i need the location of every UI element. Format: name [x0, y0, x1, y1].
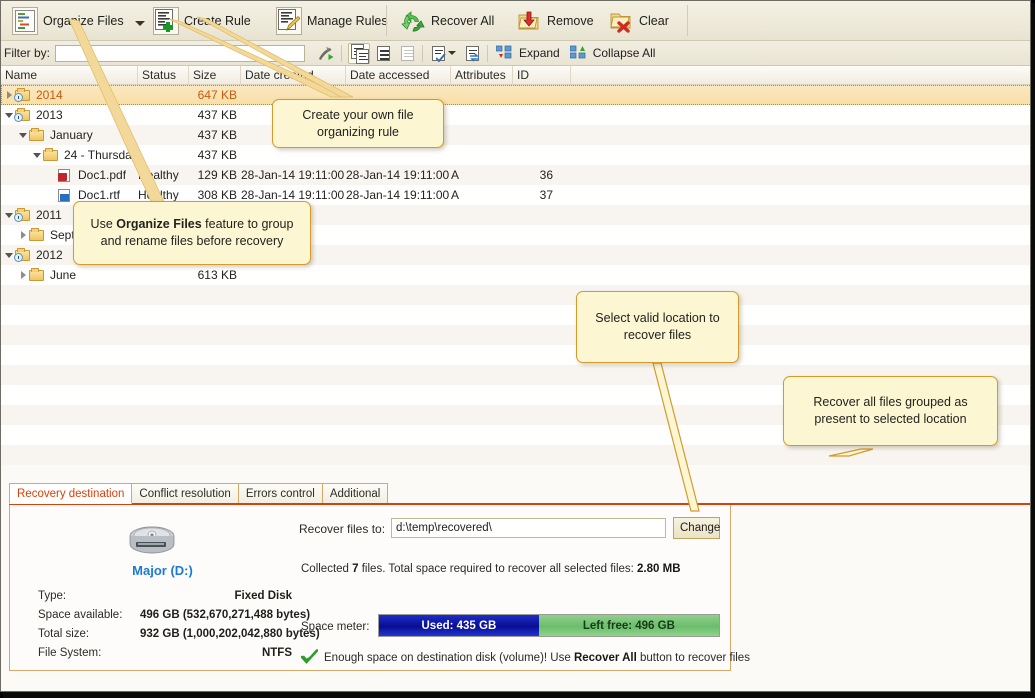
callout-organize-files: Use Organize Files feature to group and … — [73, 201, 311, 265]
callout-recover-all-text: Recover all files grouped as present to … — [813, 395, 968, 426]
callout-select-location-text: Select valid location to recover files — [595, 311, 720, 342]
app-window: Organize Files Create Rule Manage Rules … — [0, 0, 1031, 692]
callout-create-rule-text: Create your own file organizing rule — [302, 107, 414, 139]
callout-leader-lines — [68, 16, 874, 512]
callout-create-rule: Create your own file organizing rule — [272, 99, 444, 148]
callout-organize-files-text: Use Organize Files feature to group and … — [90, 217, 294, 248]
callout-recover-all: Recover all files grouped as present to … — [783, 376, 998, 446]
callout-select-location: Select valid location to recover files — [576, 291, 739, 363]
